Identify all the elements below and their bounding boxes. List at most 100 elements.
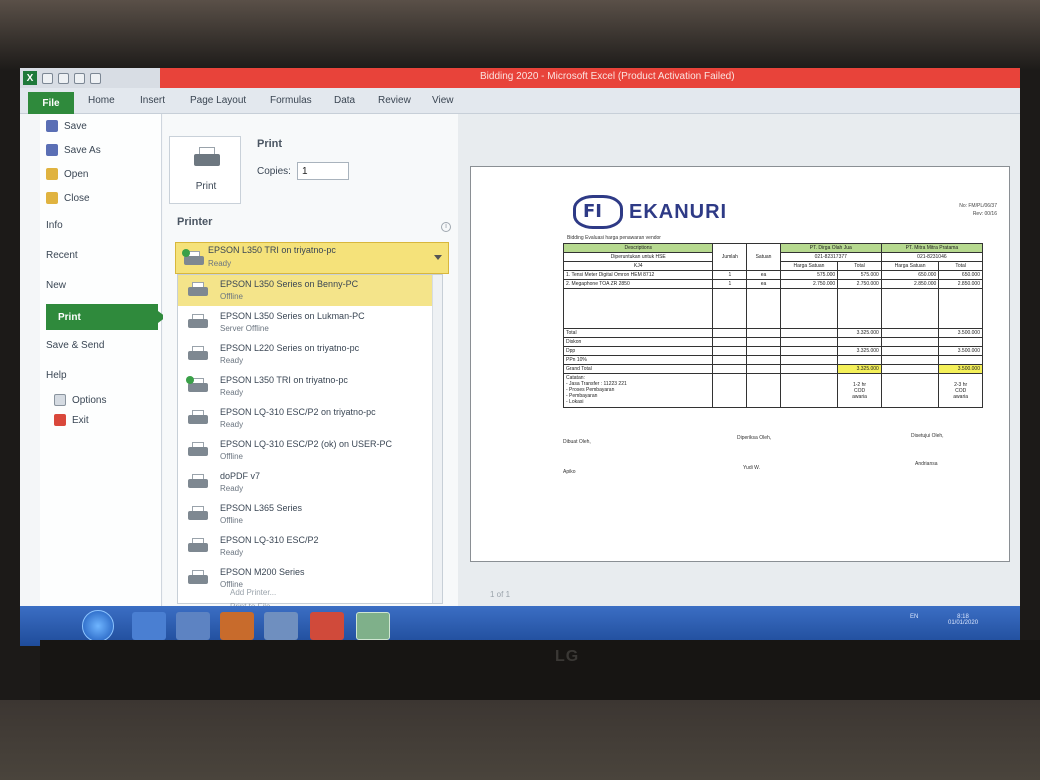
tab-home[interactable]: Home bbox=[88, 95, 115, 106]
printer-icon bbox=[188, 570, 208, 586]
backstage-open[interactable]: Open bbox=[46, 168, 88, 180]
clock[interactable]: 8:18 01/01/2020 bbox=[948, 614, 978, 626]
company-logo-text: EKANURI bbox=[629, 201, 728, 223]
save-as-icon bbox=[46, 144, 58, 156]
printer-icon bbox=[188, 506, 208, 522]
printer-option[interactable]: doPDF v7 Ready bbox=[178, 467, 434, 498]
tab-insert[interactable]: Insert bbox=[140, 95, 165, 106]
tab-file[interactable]: File bbox=[28, 92, 74, 114]
excel-icon[interactable]: X bbox=[23, 71, 37, 85]
signature-approved: Disetujui Oleh, bbox=[911, 433, 944, 439]
table-row: 2. Megaphone TOA ZR 2850 1 ea 2.750.000 … bbox=[562, 279, 983, 289]
desk bbox=[0, 700, 1040, 780]
selected-printer-icon bbox=[182, 249, 204, 267]
vendor1-code: 021-82317377 bbox=[779, 252, 882, 262]
tab-review[interactable]: Review bbox=[378, 95, 411, 106]
printer-dropdown[interactable]: EPSON L350 TRI on triyatno-pc Ready bbox=[175, 242, 449, 274]
summary-row: PPn 10% bbox=[562, 355, 983, 365]
project-code: KJ4 bbox=[562, 261, 714, 271]
selected-printer-status: Ready bbox=[208, 259, 232, 268]
backstage-nav: Save Save As Open Close Info Recent New … bbox=[40, 114, 166, 646]
copies-label: Copies: bbox=[257, 166, 291, 177]
project-label: Diperuntukan untuk HSE bbox=[562, 252, 714, 262]
backstage-info[interactable]: Info bbox=[46, 220, 63, 231]
backstage-recent[interactable]: Recent bbox=[46, 250, 78, 261]
printer-icon bbox=[188, 282, 208, 298]
printer-option[interactable]: EPSON L350 TRI on triyatno-pc Ready bbox=[178, 371, 434, 402]
title-bar: X Bidding 2020 - Microsoft Excel (Produc… bbox=[20, 68, 1020, 88]
backstage-save[interactable]: Save bbox=[46, 120, 87, 132]
backstage-print[interactable]: Print bbox=[46, 304, 166, 330]
printer-list: EPSON L350 Series on Benny-PC Offline EP… bbox=[177, 274, 443, 604]
redo-icon[interactable] bbox=[74, 72, 85, 84]
header-qty: Jumlah bbox=[712, 243, 748, 271]
doc-ref: No: FM/PL/06/37 bbox=[959, 203, 997, 209]
monitor: X Bidding 2020 - Microsoft Excel (Produc… bbox=[0, 0, 1040, 780]
printer-option[interactable]: EPSON LQ-310 ESC/P2 (ok) on USER-PC Offl… bbox=[178, 435, 434, 466]
summary-row: Diskon bbox=[562, 337, 983, 347]
printer-option[interactable]: EPSON L365 Series Offline bbox=[178, 499, 434, 530]
excel-taskbar-icon[interactable] bbox=[356, 612, 390, 640]
print-button[interactable]: Print bbox=[169, 136, 241, 204]
add-printer-link[interactable]: Add Printer... bbox=[230, 588, 276, 597]
printer-option[interactable]: EPSON LQ-310 ESC/P2 on triyatno-pc Ready bbox=[178, 403, 434, 434]
tab-page-layout[interactable]: Page Layout bbox=[190, 95, 246, 106]
printer-option[interactable]: EPSON L220 Series on triyatno-pc Ready bbox=[178, 339, 434, 370]
sub-total: Total bbox=[837, 261, 882, 271]
signature-checked: Diperiksa Oleh, bbox=[737, 435, 772, 441]
printer-icon bbox=[188, 538, 208, 554]
selected-printer-name: EPSON L350 TRI on triyatno-pc bbox=[208, 245, 336, 255]
signer-name-3: Andriansa bbox=[915, 461, 938, 467]
chevron-down-icon bbox=[434, 255, 442, 260]
preview-page: FI EKANURI No: FM/PL/06/37 Rev: 00/16 Bi… bbox=[470, 166, 1010, 562]
page-navigator[interactable]: 1 of 1 bbox=[490, 590, 510, 599]
header-vendor2: PT. Mitra Mitra Pratama bbox=[880, 243, 984, 253]
printer-icon bbox=[188, 474, 208, 490]
backstage-options[interactable]: Options bbox=[54, 394, 106, 406]
tab-view[interactable]: View bbox=[432, 95, 454, 106]
sub-price: Harga Satuan bbox=[880, 261, 940, 271]
backstage-save-send[interactable]: Save & Send bbox=[46, 340, 104, 351]
window-title: Bidding 2020 - Microsoft Excel (Product … bbox=[480, 71, 735, 82]
print-preview-icon[interactable] bbox=[90, 72, 101, 84]
printer-icon bbox=[188, 314, 208, 330]
explorer-icon[interactable] bbox=[176, 612, 210, 640]
chrome-icon[interactable] bbox=[310, 612, 344, 640]
printer-icon bbox=[188, 410, 208, 426]
language-indicator[interactable]: EN bbox=[910, 614, 918, 620]
printer-list-scrollbar[interactable] bbox=[432, 275, 442, 603]
printer-option[interactable]: EPSON M200 Series Offline bbox=[178, 563, 434, 594]
quick-access-toolbar: X bbox=[20, 68, 160, 88]
start-button[interactable] bbox=[82, 610, 114, 642]
header-desc: Descriptions bbox=[562, 243, 714, 253]
tab-formulas[interactable]: Formulas bbox=[270, 95, 312, 106]
folder-open-icon bbox=[46, 168, 58, 180]
copies-input[interactable]: 1 bbox=[297, 162, 349, 180]
ribbon-tabs: File Home Insert Page Layout Formulas Da… bbox=[20, 88, 1020, 114]
firefox-icon[interactable] bbox=[220, 612, 254, 640]
backstage-close[interactable]: Close bbox=[46, 192, 90, 204]
backstage-save-as[interactable]: Save As bbox=[46, 144, 101, 156]
summary-row: Grand Total 3.325.000 3.500.000 bbox=[562, 364, 983, 374]
printer-option[interactable]: EPSON L350 Series on Lukman-PC Server Of… bbox=[178, 307, 434, 338]
backstage-help[interactable]: Help bbox=[46, 370, 67, 381]
folder-icon[interactable] bbox=[264, 612, 298, 640]
summary-row: Total 3.325.000 3.500.000 bbox=[562, 328, 983, 338]
lg-logo: LG bbox=[555, 648, 580, 665]
printer-option[interactable]: EPSON LQ-310 ESC/P2 Ready bbox=[178, 531, 434, 562]
bidding-table: Descriptions Jumlah Satuan PT. Dirga Ola… bbox=[562, 243, 984, 408]
tab-data[interactable]: Data bbox=[334, 95, 355, 106]
doc-subtitle: Bidding Evaluasi harga penawaran vendor bbox=[567, 235, 661, 241]
header-unit: Satuan bbox=[746, 243, 781, 271]
printer-option[interactable]: EPSON L350 Series on Benny-PC Offline bbox=[178, 275, 434, 306]
undo-icon[interactable] bbox=[58, 72, 69, 84]
exit-icon bbox=[54, 414, 66, 426]
backstage-exit[interactable]: Exit bbox=[54, 414, 89, 426]
backstage-new[interactable]: New bbox=[46, 280, 66, 291]
ie-icon[interactable] bbox=[132, 612, 166, 640]
logo-mark: FI bbox=[583, 201, 602, 222]
folder-close-icon bbox=[46, 192, 58, 204]
save-qat-icon[interactable] bbox=[42, 72, 53, 84]
info-icon[interactable]: i bbox=[441, 222, 451, 232]
table-row: 1. Tensi Meter Digital Omron HEM 8712 1 … bbox=[562, 270, 983, 280]
